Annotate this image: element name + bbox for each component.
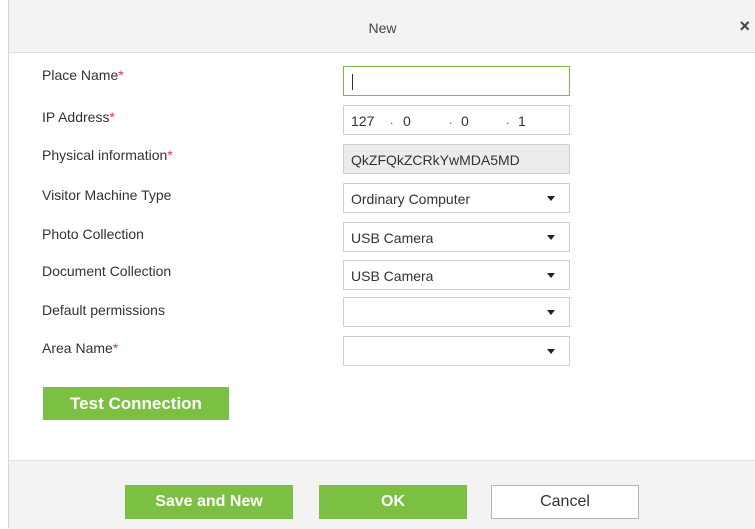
save-and-new-button[interactable]: Save and New bbox=[125, 485, 293, 519]
ip-segment-3[interactable]: 0 bbox=[461, 113, 469, 129]
document-collection-value: USB Camera bbox=[351, 268, 434, 284]
chevron-down-icon[interactable] bbox=[547, 273, 555, 278]
required-mark: * bbox=[118, 67, 124, 83]
default-permissions-label: Default permissions bbox=[42, 302, 165, 318]
place-name-input[interactable] bbox=[343, 66, 570, 96]
ok-button[interactable]: OK bbox=[319, 485, 467, 519]
photo-collection-value: USB Camera bbox=[351, 230, 434, 246]
ip-separator: . bbox=[506, 113, 510, 127]
area-name-label-text: Area Name bbox=[42, 340, 113, 356]
ip-address-label-text: IP Address bbox=[42, 109, 110, 125]
physical-information-label-text: Physical information bbox=[42, 147, 168, 163]
physical-information-field: QkZFQkZCRkYwMDA5MD bbox=[343, 144, 570, 174]
ip-segment-1[interactable]: 127 bbox=[351, 113, 374, 129]
dialog-title: New bbox=[368, 20, 397, 36]
area-name-select[interactable] bbox=[343, 336, 570, 366]
ip-address-label: IP Address* bbox=[42, 109, 115, 125]
close-icon[interactable]: × bbox=[739, 16, 750, 37]
ip-separator: . bbox=[449, 113, 453, 127]
physical-information-value: QkZFQkZCRkYwMDA5MD bbox=[351, 152, 520, 168]
chevron-down-icon[interactable] bbox=[547, 196, 555, 201]
document-collection-label: Document Collection bbox=[42, 263, 172, 279]
required-mark: * bbox=[109, 109, 115, 125]
visitor-machine-type-value: Ordinary Computer bbox=[351, 191, 471, 207]
text-caret bbox=[352, 74, 353, 90]
required-mark: * bbox=[112, 340, 119, 356]
chevron-down-icon[interactable] bbox=[547, 349, 555, 354]
required-mark: * bbox=[167, 147, 173, 163]
photo-collection-label: Photo Collection bbox=[42, 226, 144, 242]
document-collection-select[interactable]: USB Camera bbox=[343, 260, 570, 290]
ip-segment-2[interactable]: 0 bbox=[403, 113, 411, 129]
dialog-titlebar: New × bbox=[9, 0, 755, 53]
visitor-machine-type-select[interactable]: Ordinary Computer bbox=[343, 183, 570, 213]
new-place-dialog: New × Place Name* IP Address* 127 . 0 . … bbox=[8, 0, 755, 529]
test-connection-button[interactable]: Test Connection bbox=[43, 387, 229, 420]
physical-information-label: Physical information* bbox=[42, 147, 173, 163]
default-permissions-select[interactable] bbox=[343, 297, 570, 327]
ip-segment-4[interactable]: 1 bbox=[518, 113, 526, 129]
chevron-down-icon[interactable] bbox=[547, 310, 555, 315]
ip-separator: . bbox=[390, 113, 394, 127]
ip-address-input[interactable]: 127 . 0 . 0 . 1 bbox=[343, 105, 570, 135]
place-name-label-text: Place Name bbox=[42, 67, 119, 83]
photo-collection-select[interactable]: USB Camera bbox=[343, 222, 570, 252]
visitor-machine-type-label: Visitor Machine Type bbox=[42, 187, 172, 203]
area-name-label: Area Name* bbox=[42, 340, 118, 356]
place-name-label: Place Name* bbox=[42, 67, 124, 83]
chevron-down-icon[interactable] bbox=[547, 235, 555, 240]
cancel-button[interactable]: Cancel bbox=[491, 485, 639, 519]
dialog-footer: Save and New OK Cancel bbox=[9, 460, 755, 529]
